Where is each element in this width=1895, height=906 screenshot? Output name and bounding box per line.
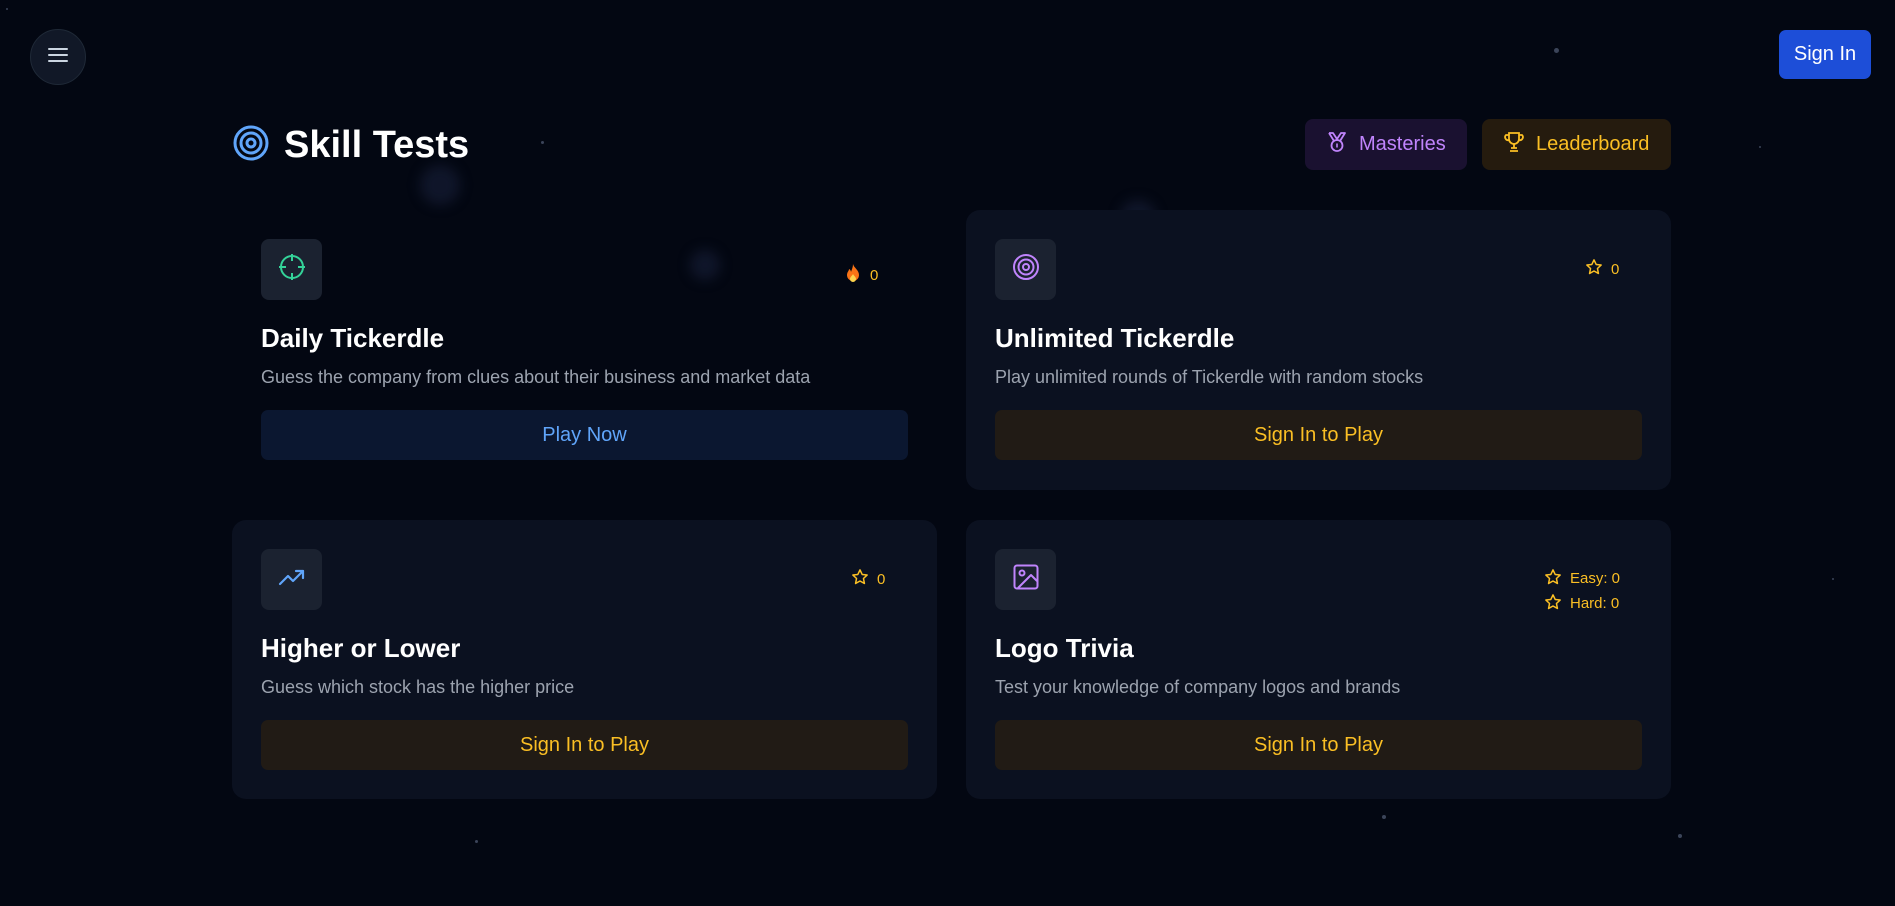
card-icon-box <box>261 239 322 300</box>
background-star <box>1382 815 1386 819</box>
background-star <box>1554 48 1559 53</box>
page: Sign In Skill Tests Masteries Leaderboar… <box>0 0 1895 906</box>
best-score-value: 0 <box>877 570 886 588</box>
card-title: Higher or Lower <box>261 633 461 663</box>
star-icon <box>1544 568 1562 590</box>
background-star <box>541 141 544 144</box>
play-now-button[interactable]: Play Now <box>261 410 908 460</box>
masteries-button[interactable]: Masteries <box>1305 119 1467 170</box>
streak-value: 0 <box>870 266 879 284</box>
easy-stat: Easy: 0 <box>1544 566 1620 591</box>
game-card-higher-or-lower: 0 Higher or Lower Guess which stock has … <box>232 520 937 799</box>
hamburger-menu-icon <box>47 46 69 69</box>
best-score-stat: 0 <box>851 568 885 590</box>
sign-in-button[interactable]: Sign In <box>1779 30 1871 79</box>
card-description: Test your knowledge of company logos and… <box>995 677 1401 697</box>
difficulty-stats: Easy: 0 Hard: 0 <box>1544 566 1620 616</box>
target-icon <box>232 124 270 167</box>
masteries-label: Masteries <box>1359 133 1446 155</box>
card-description: Guess which stock has the higher price <box>261 677 575 697</box>
sign-in-to-play-button[interactable]: Sign In to Play <box>995 720 1642 770</box>
page-title: Skill Tests <box>284 123 470 166</box>
easy-stat-label: Easy: 0 <box>1570 570 1621 587</box>
card-title: Unlimited Tickerdle <box>995 323 1235 353</box>
background-star <box>1759 146 1761 148</box>
leaderboard-label: Leaderboard <box>1536 133 1650 155</box>
background-glow <box>420 165 460 205</box>
target-icon <box>1011 252 1041 287</box>
background-star <box>1678 834 1682 838</box>
menu-button[interactable] <box>30 29 86 85</box>
card-icon-box <box>995 239 1056 300</box>
hard-stat-label: Hard: 0 <box>1570 595 1620 612</box>
star-icon <box>1585 258 1603 280</box>
star-icon <box>1544 593 1562 615</box>
background-star <box>475 840 478 843</box>
crosshair-icon <box>277 252 307 287</box>
card-description: Play unlimited rounds of Tickerdle with … <box>995 367 1424 387</box>
hard-stat: Hard: 0 <box>1544 591 1619 616</box>
best-score-stat: 0 <box>1585 258 1619 280</box>
card-description: Guess the company from clues about their… <box>261 367 811 387</box>
card-icon-box <box>995 549 1056 610</box>
game-card-daily-tickerdle: 0 Daily Tickerdle Guess the company from… <box>232 210 937 490</box>
game-card-logo-trivia: Easy: 0 Hard: 0 Logo Trivia Test your kn… <box>966 520 1671 799</box>
game-card-unlimited-tickerdle: 0 Unlimited Tickerdle Play unlimited rou… <box>966 210 1671 490</box>
best-score-value: 0 <box>1611 260 1620 278</box>
card-icon-box <box>261 549 322 610</box>
trending-up-icon <box>277 562 307 597</box>
leaderboard-button[interactable]: Leaderboard <box>1482 119 1671 170</box>
medal-icon <box>1325 130 1349 160</box>
card-title: Logo Trivia <box>995 633 1134 663</box>
sign-in-to-play-button[interactable]: Sign In to Play <box>995 410 1642 460</box>
background-star <box>6 8 8 10</box>
star-icon <box>851 568 869 590</box>
sign-in-to-play-button[interactable]: Sign In to Play <box>261 720 908 770</box>
page-header: Skill Tests <box>232 121 469 169</box>
image-icon <box>1011 562 1041 597</box>
card-title: Daily Tickerdle <box>261 323 445 353</box>
background-star <box>1832 578 1834 580</box>
flame-icon <box>844 263 862 287</box>
trophy-icon <box>1502 130 1526 160</box>
streak-stat: 0 <box>844 263 878 287</box>
